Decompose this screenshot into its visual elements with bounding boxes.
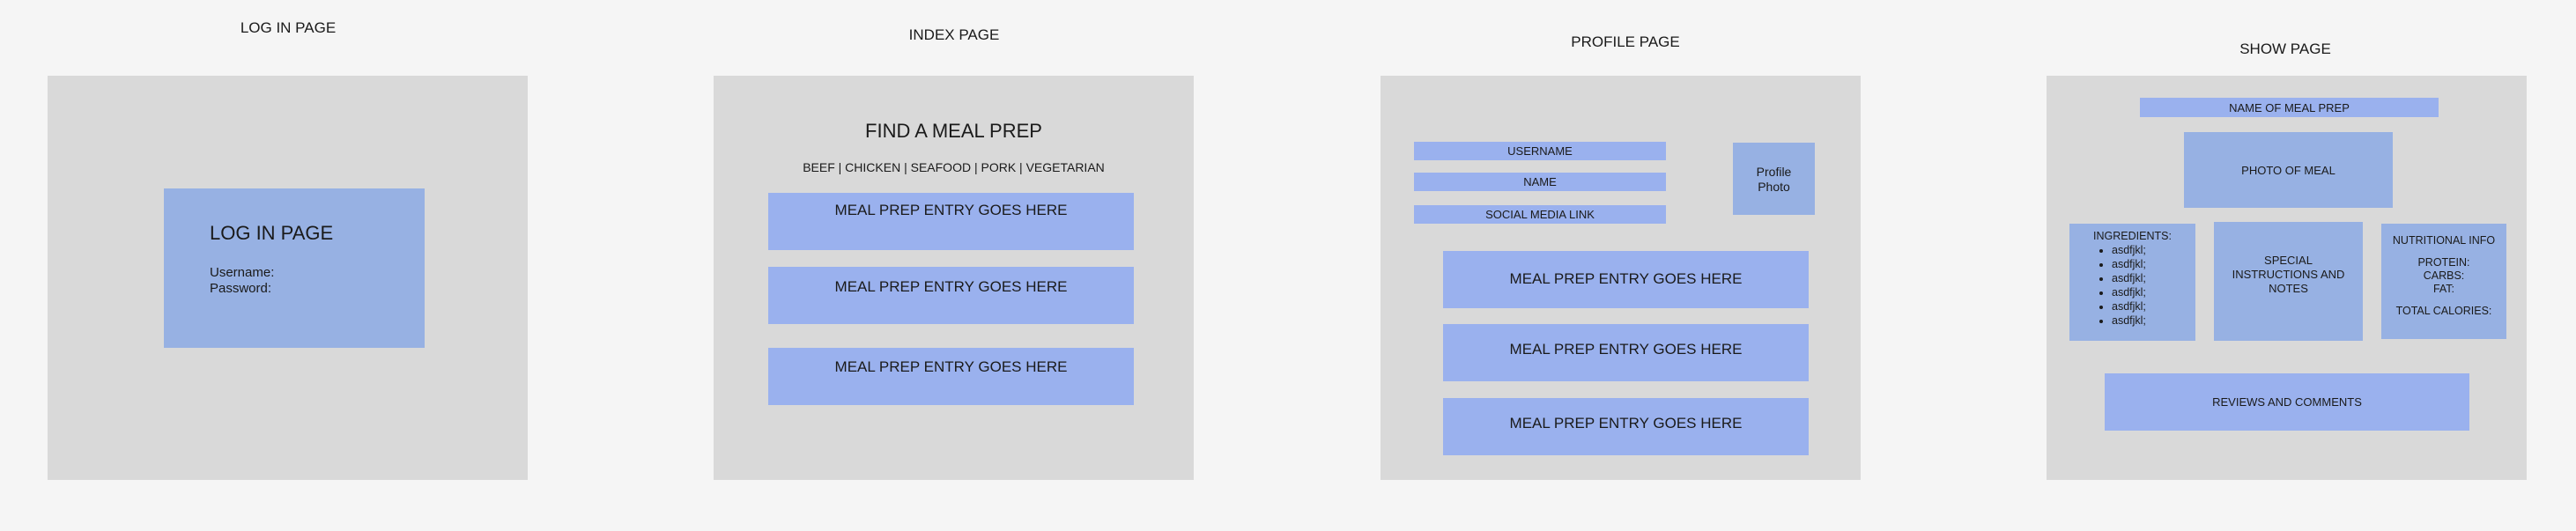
total-calories-label: TOTAL CALORIES: xyxy=(2395,305,2492,317)
protein-label: PROTEIN: xyxy=(2417,256,2470,269)
wireframe-canvas: LOG IN PAGE LOG IN PAGE Username: Passwo… xyxy=(0,0,2576,531)
instructions-line3: NOTES xyxy=(2269,282,2308,295)
meal-prep-entry-label: MEAL PREP ENTRY GOES HERE xyxy=(1509,341,1743,358)
meal-prep-entry[interactable]: MEAL PREP ENTRY GOES HERE xyxy=(768,193,1134,250)
name-field: NAME xyxy=(1414,173,1666,191)
profile-photo: Profile Photo xyxy=(1733,143,1815,215)
login-box: LOG IN PAGE Username: Password: xyxy=(164,188,425,348)
ingredient-item: asdfjkl; xyxy=(2112,313,2146,328)
meal-photo: PHOTO OF MEAL xyxy=(2184,132,2393,208)
meal-prep-entry-label: MEAL PREP ENTRY GOES HERE xyxy=(834,202,1068,218)
carbs-label: CARBS: xyxy=(2423,269,2465,282)
meal-prep-entry[interactable]: MEAL PREP ENTRY GOES HERE xyxy=(1443,398,1809,455)
password-label: Password: xyxy=(210,281,272,296)
ingredients-list: asdfjkl; asdfjkl; asdfjkl; asdfjkl; asdf… xyxy=(2069,243,2146,328)
ingredients-label: INGREDIENTS: xyxy=(2093,230,2172,242)
meal-prep-entry[interactable]: MEAL PREP ENTRY GOES HERE xyxy=(1443,251,1809,308)
meal-prep-entry[interactable]: MEAL PREP ENTRY GOES HERE xyxy=(1443,324,1809,381)
ingredient-item: asdfjkl; xyxy=(2112,299,2146,313)
ingredient-item: asdfjkl; xyxy=(2112,257,2146,271)
profile-page-frame: USERNAME NAME SOCIAL MEDIA LINK Profile … xyxy=(1381,76,1861,480)
ingredients-box: INGREDIENTS: asdfjkl; asdfjkl; asdfjkl; … xyxy=(2069,224,2195,341)
meal-prep-entry[interactable]: MEAL PREP ENTRY GOES HERE xyxy=(768,267,1134,324)
instructions-line2: INSTRUCTIONS AND xyxy=(2232,268,2345,281)
profile-page-title: PROFILE PAGE xyxy=(1571,33,1680,50)
reviews-and-comments[interactable]: REVIEWS AND COMMENTS xyxy=(2105,373,2469,431)
special-instructions-box: SPECIAL INSTRUCTIONS AND NOTES xyxy=(2214,222,2363,341)
ingredient-item: asdfjkl; xyxy=(2112,285,2146,299)
index-page-frame: FIND A MEAL PREP BEEF | CHICKEN | SEAFOO… xyxy=(714,76,1194,480)
meal-prep-entry-label: MEAL PREP ENTRY GOES HERE xyxy=(834,278,1068,295)
login-page-title: LOG IN PAGE xyxy=(240,19,337,36)
profile-photo-label-line2: Photo xyxy=(1758,180,1790,194)
login-page-frame: LOG IN PAGE Username: Password: xyxy=(48,76,528,480)
username-label: Username: xyxy=(210,265,275,280)
instructions-line1: SPECIAL xyxy=(2264,254,2313,267)
fat-label: FAT: xyxy=(2432,283,2455,295)
login-box-heading: LOG IN PAGE xyxy=(210,222,334,244)
meal-prep-entry-label: MEAL PREP ENTRY GOES HERE xyxy=(1509,415,1743,431)
find-meal-prep-heading: FIND A MEAL PREP xyxy=(865,120,1042,142)
show-page-title: SHOW PAGE xyxy=(2239,41,2331,57)
meal-name-bar: NAME OF MEAL PREP xyxy=(2140,98,2439,117)
profile-photo-label-line1: Profile xyxy=(1756,165,1792,179)
ingredient-item: asdfjkl; xyxy=(2112,243,2146,257)
username-field: USERNAME xyxy=(1414,142,1666,160)
meal-prep-entry-label: MEAL PREP ENTRY GOES HERE xyxy=(834,358,1068,375)
meal-prep-entry-label: MEAL PREP ENTRY GOES HERE xyxy=(1509,270,1743,287)
meal-prep-entry[interactable]: MEAL PREP ENTRY GOES HERE xyxy=(768,348,1134,405)
social-media-link[interactable]: SOCIAL MEDIA LINK xyxy=(1414,205,1666,224)
category-filter-bar[interactable]: BEEF | CHICKEN | SEAFOOD | PORK | VEGETA… xyxy=(714,160,1194,175)
index-page-title: INDEX PAGE xyxy=(908,26,1000,43)
show-page-frame: NAME OF MEAL PREP PHOTO OF MEAL INGREDIE… xyxy=(2047,76,2527,480)
nutritional-info-label: NUTRITIONAL INFO xyxy=(2392,234,2496,247)
nutritional-info-box: NUTRITIONAL INFO PROTEIN: CARBS: FAT: TO… xyxy=(2381,224,2506,339)
ingredient-item: asdfjkl; xyxy=(2112,271,2146,285)
